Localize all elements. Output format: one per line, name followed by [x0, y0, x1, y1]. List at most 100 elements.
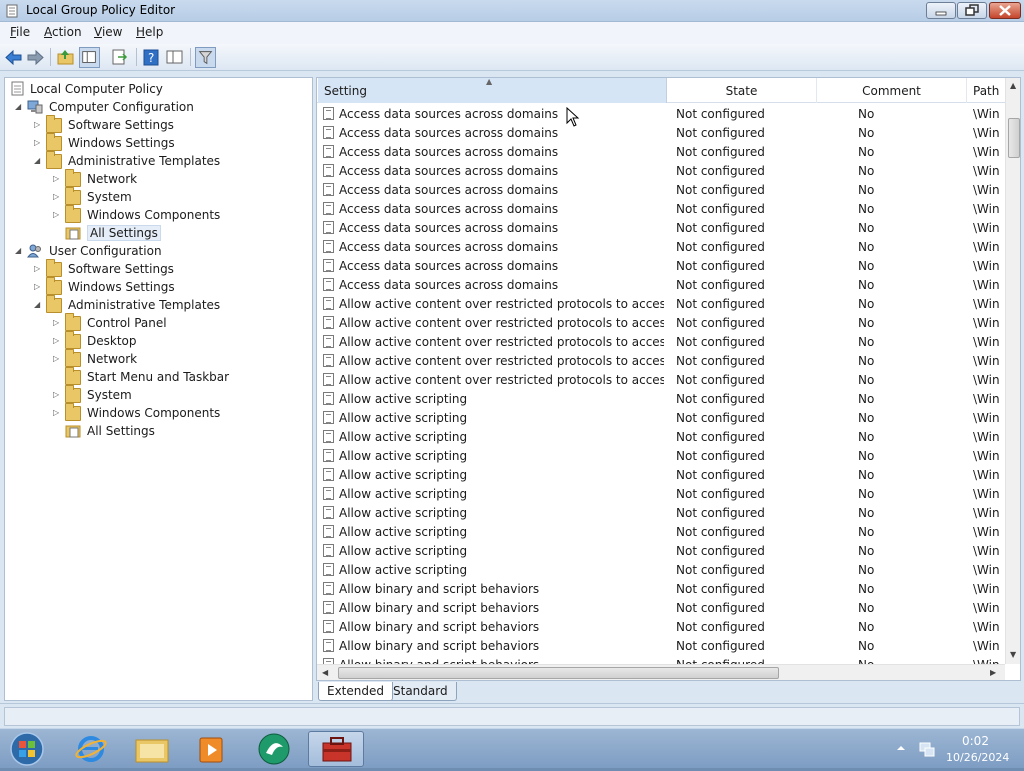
list-header: ▲ Setting State Comment Path [317, 78, 1020, 103]
expand-arrow-icon[interactable]: ▷ [53, 192, 62, 201]
green-app-icon[interactable] [246, 731, 302, 767]
table-row[interactable]: Access data sources across domains Not co… [317, 104, 1005, 123]
collapse-arrow-icon[interactable]: ◢ [34, 156, 43, 165]
expand-arrow-icon[interactable]: ▷ [53, 390, 62, 399]
table-row[interactable]: Allow active scripting Not configured No \W… [317, 541, 1005, 560]
menu-action[interactable]: Action [44, 25, 82, 39]
table-row[interactable]: Allow active scripting Not configured No \W… [317, 427, 1005, 446]
table-row[interactable]: Allow active scripting Not configured No \W… [317, 503, 1005, 522]
tab-extended[interactable]: Extended [318, 682, 393, 701]
show-hide-tree-icon[interactable] [79, 47, 100, 68]
cell-setting: Access data sources across domains [339, 183, 559, 197]
export-list-icon[interactable] [109, 47, 130, 68]
cell-state: Not configured [676, 430, 765, 444]
menu-help[interactable]: Help [136, 25, 163, 39]
properties-icon[interactable] [164, 47, 185, 68]
table-row[interactable]: Allow active scripting Not configured No \W… [317, 560, 1005, 579]
menu-view[interactable]: View [94, 25, 122, 39]
table-row[interactable]: Allow active scripting Not configured No \W… [317, 408, 1005, 427]
table-row[interactable]: Access data sources across domains Not co… [317, 237, 1005, 256]
network-icon[interactable] [918, 740, 936, 758]
clock-date[interactable]: 10/26/2024 [946, 751, 1009, 764]
expand-arrow-icon[interactable]: ▷ [34, 120, 43, 129]
taskbar-group-policy-editor[interactable] [308, 731, 364, 767]
table-row[interactable]: Allow active content over restricted pro… [317, 294, 1005, 313]
expand-arrow-icon[interactable]: ▷ [53, 210, 62, 219]
menu-file[interactable]: File [10, 25, 30, 39]
title-bar[interactable]: Local Group Policy Editor [0, 0, 1024, 22]
folder-icon [46, 295, 62, 313]
expand-arrow-icon[interactable]: ▷ [34, 282, 43, 291]
back-arrow-icon[interactable] [3, 47, 24, 68]
expand-arrow-icon[interactable]: ▷ [53, 174, 62, 183]
tab-standard[interactable]: Standard [384, 682, 457, 701]
table-row[interactable]: Access data sources across domains Not co… [317, 199, 1005, 218]
table-row[interactable]: Allow active content over restricted pro… [317, 370, 1005, 389]
up-folder-icon[interactable] [55, 47, 76, 68]
horizontal-scroll-thumb[interactable] [338, 667, 779, 679]
horizontal-scrollbar[interactable]: ◀ ▶ [317, 664, 1005, 680]
collapse-arrow-icon[interactable]: ◢ [15, 246, 24, 255]
column-header-setting[interactable]: ▲ Setting [318, 78, 667, 103]
table-row[interactable]: Access data sources across domains Not co… [317, 275, 1005, 294]
table-row[interactable]: Allow active scripting Not configured No \W… [317, 389, 1005, 408]
scroll-left-icon[interactable]: ◀ [322, 668, 328, 677]
internet-explorer-icon[interactable] [64, 731, 120, 767]
table-row[interactable]: Allow active content over restricted pro… [317, 332, 1005, 351]
table-row[interactable]: Access data sources across domains Not co… [317, 180, 1005, 199]
table-row[interactable]: Access data sources across domains Not co… [317, 123, 1005, 142]
folder-icon [65, 205, 81, 223]
collapse-arrow-icon[interactable]: ◢ [15, 102, 24, 111]
cell-setting: Access data sources across domains [339, 221, 559, 235]
table-row[interactable]: Allow active content over restricted pro… [317, 351, 1005, 370]
minimize-button[interactable] [926, 2, 956, 19]
table-row[interactable]: Access data sources across domains Not co… [317, 256, 1005, 275]
table-row[interactable]: Access data sources across domains Not co… [317, 161, 1005, 180]
start-button-icon[interactable] [2, 731, 52, 767]
expand-arrow-icon[interactable]: ▷ [53, 318, 62, 327]
forward-arrow-icon[interactable] [25, 47, 46, 68]
tree-label: User Configuration [49, 244, 162, 258]
show-hidden-icons-icon[interactable] [896, 743, 906, 753]
expand-arrow-icon[interactable]: ▷ [53, 408, 62, 417]
table-row[interactable]: Allow active scripting Not configured No \W… [317, 446, 1005, 465]
table-row[interactable]: Allow active scripting Not configured No \W… [317, 484, 1005, 503]
column-header-comment[interactable]: Comment [817, 78, 967, 103]
cell-path: \Win [973, 449, 1000, 463]
column-header-state[interactable]: State [667, 78, 817, 103]
table-row[interactable]: Access data sources across domains Not co… [317, 218, 1005, 237]
vertical-scroll-thumb[interactable] [1008, 118, 1020, 158]
scroll-down-icon[interactable]: ▼ [1010, 650, 1016, 659]
cell-path: \Win [973, 525, 1000, 539]
expand-arrow-icon[interactable]: ▷ [34, 264, 43, 273]
users-icon [27, 244, 41, 258]
file-explorer-icon[interactable] [124, 731, 180, 767]
table-row[interactable]: Allow binary and script behaviorsNot con… [317, 579, 1005, 598]
scroll-up-icon[interactable]: ▲ [1010, 81, 1016, 90]
tree-label: Software Settings [68, 262, 174, 276]
vertical-scrollbar[interactable]: ▲ ▼ [1005, 78, 1020, 664]
expand-arrow-icon[interactable]: ▷ [34, 138, 43, 147]
table-row[interactable]: Allow active scripting Not configured No \W… [317, 522, 1005, 541]
table-row[interactable]: Allow binary and script behaviorsNot con… [317, 655, 1005, 664]
table-row[interactable]: Access data sources across domains Not co… [317, 142, 1005, 161]
collapse-arrow-icon[interactable]: ◢ [34, 300, 43, 309]
cell-state: Not configured [676, 468, 765, 482]
expand-arrow-icon[interactable]: ▷ [53, 336, 62, 345]
policy-setting-icon [323, 449, 334, 462]
help-icon[interactable]: ? [141, 47, 162, 68]
folder-icon [65, 169, 81, 187]
clock-time[interactable]: 0:02 [962, 734, 989, 748]
filter-icon[interactable] [195, 47, 216, 68]
table-row[interactable]: Allow binary and script behaviorsNot con… [317, 617, 1005, 636]
expand-arrow-icon[interactable]: ▷ [53, 354, 62, 363]
table-row[interactable]: Allow active scripting Not configured No \W… [317, 465, 1005, 484]
table-row[interactable]: Allow active content over restricted pro… [317, 313, 1005, 332]
restore-button[interactable] [957, 2, 987, 19]
media-player-icon[interactable] [184, 731, 240, 767]
table-row[interactable]: Allow binary and script behaviorsNot con… [317, 598, 1005, 617]
menu-bar: File Action View Help [0, 22, 1024, 44]
close-button[interactable] [989, 2, 1021, 19]
scroll-right-icon[interactable]: ▶ [990, 668, 996, 677]
table-row[interactable]: Allow binary and script behaviorsNot con… [317, 636, 1005, 655]
